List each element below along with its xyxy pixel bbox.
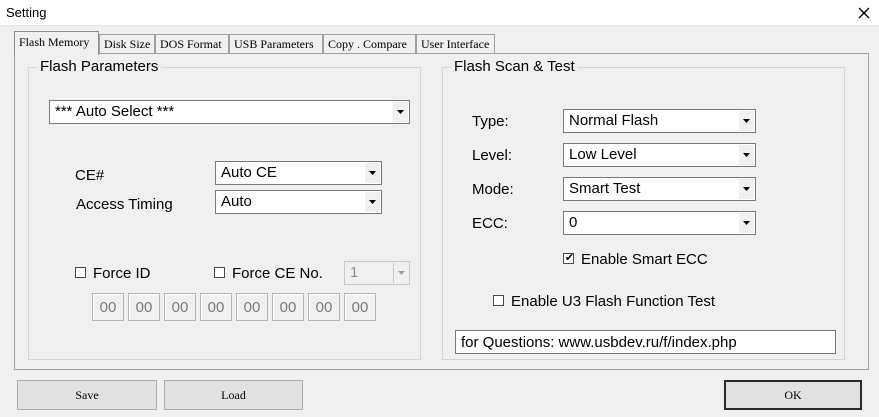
- tab-dos-format[interactable]: DOS Format: [155, 34, 229, 54]
- id-byte-field: 00: [92, 293, 124, 321]
- close-button[interactable]: [849, 0, 879, 26]
- tab-user-interface[interactable]: User Interface: [416, 34, 495, 54]
- load-button[interactable]: Load: [164, 380, 303, 410]
- force-ce-value: 1: [350, 264, 359, 281]
- ecc-dropdown[interactable]: 0: [563, 211, 756, 235]
- access-timing-label: Access Timing: [76, 196, 173, 213]
- tab-label: DOS Format: [160, 37, 222, 51]
- id-byte-value: 00: [99, 299, 117, 316]
- force-ce-label: Force CE No.: [232, 265, 323, 282]
- flash-select-dropdown[interactable]: *** Auto Select ***: [49, 100, 410, 124]
- window-title: Setting: [6, 5, 47, 20]
- tab-label: User Interface: [421, 37, 490, 51]
- type-dropdown[interactable]: Normal Flash: [563, 109, 756, 133]
- tab-label: USB Parameters: [234, 37, 314, 51]
- flash-scan-label: Flash Scan & Test: [451, 58, 578, 76]
- tab-label: Flash Memory: [19, 35, 90, 49]
- level-dropdown[interactable]: Low Level: [563, 143, 756, 167]
- ecc-value: 0: [569, 214, 578, 231]
- id-byte-value: 00: [315, 299, 333, 316]
- id-byte-field: 00: [308, 293, 340, 321]
- mode-dropdown[interactable]: Smart Test: [563, 177, 756, 201]
- chevron-down-icon: [365, 192, 380, 212]
- force-ce-dropdown: 1: [344, 261, 410, 285]
- force-ce-checkbox[interactable]: [214, 267, 225, 278]
- id-byte-field: 00: [128, 293, 160, 321]
- save-button[interactable]: Save: [17, 380, 157, 410]
- id-byte-field: 00: [236, 293, 268, 321]
- questions-field[interactable]: for Questions: www.usbdev.ru/f/index.php: [455, 330, 836, 354]
- id-byte-value: 00: [135, 299, 153, 316]
- id-byte-field: 00: [344, 293, 376, 321]
- chevron-down-icon: [393, 102, 408, 122]
- tab-usb-parameters[interactable]: USB Parameters: [229, 34, 323, 54]
- ecc-label: ECC:: [472, 215, 508, 232]
- type-value: Normal Flash: [569, 112, 659, 129]
- level-value: Low Level: [569, 146, 637, 163]
- flash-parameters-label: Flash Parameters: [37, 58, 162, 76]
- level-label: Level:: [472, 147, 513, 164]
- id-byte-value: 00: [351, 299, 369, 316]
- u3-test-checkbox[interactable]: [493, 295, 504, 306]
- load-button-label: Load: [221, 387, 246, 402]
- chevron-down-icon: [393, 263, 408, 283]
- u3-test-label: Enable U3 Flash Function Test: [511, 293, 716, 310]
- id-byte-value: 00: [243, 299, 261, 316]
- chevron-down-icon: [365, 163, 380, 183]
- title-bar: Setting: [0, 0, 879, 26]
- id-byte-field: 00: [164, 293, 196, 321]
- questions-text: for Questions: www.usbdev.ru/f/index.php: [461, 334, 737, 351]
- ce-label: CE#: [75, 167, 105, 184]
- ce-value: Auto CE: [221, 164, 277, 181]
- tab-disk-size[interactable]: Disk Size: [99, 34, 155, 54]
- save-button-label: Save: [75, 387, 99, 402]
- id-byte-field: 00: [272, 293, 304, 321]
- id-byte-value: 00: [207, 299, 225, 316]
- access-timing-dropdown[interactable]: Auto: [215, 190, 382, 214]
- smart-ecc-label: Enable Smart ECC: [581, 251, 708, 268]
- chevron-down-icon: [739, 213, 754, 233]
- checkmark-icon: ✔: [564, 252, 575, 264]
- force-id-label: Force ID: [93, 265, 151, 282]
- force-id-checkbox[interactable]: [75, 267, 86, 278]
- ok-button-label: OK: [784, 387, 802, 402]
- type-label: Type:: [472, 113, 509, 130]
- ok-button[interactable]: OK: [724, 380, 862, 410]
- close-icon: [858, 7, 870, 19]
- chevron-down-icon: [739, 111, 754, 131]
- id-byte-field: 00: [200, 293, 232, 321]
- access-timing-value: Auto: [221, 193, 252, 210]
- ce-dropdown[interactable]: Auto CE: [215, 161, 382, 185]
- flash-select-value: *** Auto Select ***: [55, 103, 175, 120]
- mode-value: Smart Test: [569, 180, 641, 197]
- chevron-down-icon: [739, 145, 754, 165]
- chevron-down-icon: [739, 179, 754, 199]
- tab-label: Copy . Compare: [328, 37, 407, 51]
- smart-ecc-checkbox[interactable]: ✔: [563, 252, 575, 264]
- id-byte-value: 00: [171, 299, 189, 316]
- tab-label: Disk Size: [104, 37, 151, 51]
- mode-label: Mode:: [472, 181, 514, 198]
- tab-copy-compare[interactable]: Copy . Compare: [323, 34, 416, 54]
- tab-flash-memory[interactable]: Flash Memory: [14, 31, 99, 55]
- id-byte-value: 00: [279, 299, 297, 316]
